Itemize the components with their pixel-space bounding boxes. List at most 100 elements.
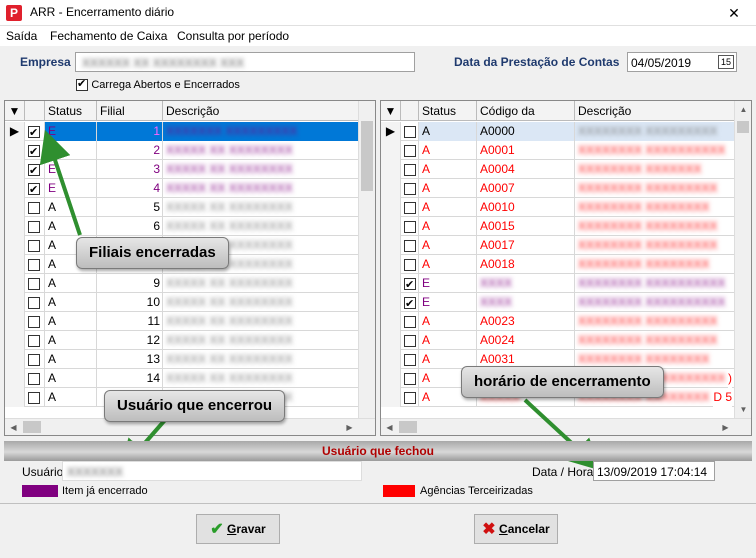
- row-check[interactable]: [401, 293, 419, 312]
- row-check[interactable]: [25, 312, 45, 331]
- table-row[interactable]: A 10 XXXXX XX XXXXXXXX: [5, 293, 375, 312]
- row-check[interactable]: [401, 388, 419, 407]
- filiais-vscroll[interactable]: [358, 101, 375, 418]
- table-row[interactable]: A 13 XXXXX XX XXXXXXXX: [5, 350, 375, 369]
- row-check[interactable]: [25, 160, 45, 179]
- calendar-icon[interactable]: 15: [718, 55, 734, 69]
- col-status[interactable]: Status: [45, 101, 97, 121]
- row-check[interactable]: [25, 255, 45, 274]
- row-check[interactable]: [401, 122, 419, 141]
- row-check[interactable]: [401, 369, 419, 388]
- table-row[interactable]: A 12 XXXXX XX XXXXXXXX: [5, 331, 375, 350]
- data-prestacao-field[interactable]: 04/05/2019 15: [627, 52, 737, 72]
- scroll-left-icon[interactable]: ◀: [5, 419, 22, 435]
- row-check[interactable]: [401, 141, 419, 160]
- row-checkbox[interactable]: [404, 220, 416, 233]
- datahora-field[interactable]: 13/09/2019 17:04:14: [593, 461, 715, 481]
- row-check[interactable]: [401, 198, 419, 217]
- agencias-vscroll-thumb[interactable]: [737, 121, 749, 133]
- agencias-hscroll[interactable]: ◀ ▶: [381, 418, 751, 435]
- col-descricao[interactable]: Descrição: [575, 101, 735, 121]
- row-check[interactable]: [401, 331, 419, 350]
- col-codigo-agencia[interactable]: Código da agência: [477, 101, 575, 138]
- table-row[interactable]: A 6 XXXXX XX XXXXXXXX: [5, 217, 375, 236]
- row-checkbox[interactable]: [404, 144, 416, 157]
- row-check[interactable]: [401, 274, 419, 293]
- row-check[interactable]: [401, 236, 419, 255]
- cancelar-button[interactable]: ✖ Cancelar: [474, 514, 558, 544]
- row-checkbox[interactable]: [404, 315, 416, 328]
- row-check[interactable]: [25, 217, 45, 236]
- row-checkbox[interactable]: [404, 125, 416, 138]
- row-checkbox[interactable]: [28, 181, 40, 198]
- menu-consulta-periodo[interactable]: Consulta por período: [177, 29, 289, 43]
- row-check[interactable]: [25, 369, 45, 388]
- row-checkbox[interactable]: [28, 315, 40, 328]
- table-row[interactable]: A 9 XXXXX XX XXXXXXXX: [5, 274, 375, 293]
- table-row[interactable]: ▶ E1XXXXXXX XXXXXXXXX: [5, 122, 375, 141]
- table-row[interactable]: A A0015 XXXXXXXX XXXXXXXXX: [381, 217, 751, 236]
- table-row[interactable]: A A0004 XXXXXXXX XXXXXXX: [381, 160, 751, 179]
- table-row[interactable]: A A0010 XXXXXXXX XXXXXXXX: [381, 198, 751, 217]
- row-checkbox[interactable]: [28, 258, 40, 271]
- row-check[interactable]: [25, 274, 45, 293]
- row-check[interactable]: [25, 122, 45, 141]
- row-check[interactable]: [25, 179, 45, 198]
- table-row[interactable]: A 5 XXXXX XX XXXXXXXX: [5, 198, 375, 217]
- row-checkbox[interactable]: [28, 201, 40, 214]
- table-row[interactable]: A A0023 XXXXXXXX XXXXXXXXX: [381, 312, 751, 331]
- row-checkbox[interactable]: [404, 391, 416, 404]
- scroll-up-icon[interactable]: ▲: [735, 101, 751, 118]
- row-checkbox[interactable]: [28, 239, 40, 252]
- table-row[interactable]: A A0001 XXXXXXXX XXXXXXXXXX: [381, 141, 751, 160]
- table-row[interactable]: E2XXXXX XX XXXXXXXX: [5, 141, 375, 160]
- table-row[interactable]: E4XXXXX XX XXXXXXXX: [5, 179, 375, 198]
- menu-fechamento-caixa[interactable]: Fechamento de Caixa: [50, 29, 167, 43]
- row-check[interactable]: [401, 160, 419, 179]
- row-checkbox[interactable]: [404, 258, 416, 271]
- row-checkbox[interactable]: [404, 201, 416, 214]
- gravar-button[interactable]: ✔ Gravar: [196, 514, 280, 544]
- agencias-hscroll-thumb[interactable]: [399, 421, 417, 433]
- row-checkbox[interactable]: [28, 391, 40, 404]
- table-row[interactable]: A 14 XXXXX XX XXXXXXXX: [5, 369, 375, 388]
- menu-saida[interactable]: Saída: [6, 29, 37, 43]
- row-check[interactable]: [25, 141, 45, 160]
- row-checkbox[interactable]: [404, 163, 416, 176]
- row-check[interactable]: [401, 255, 419, 274]
- agencias-vscroll[interactable]: ▲ ▼: [734, 101, 751, 418]
- table-row[interactable]: A A0017 XXXXXXXX XXXXXXXXX: [381, 236, 751, 255]
- empresa-field[interactable]: XXXXXX XX XXXXXXXX XXX: [75, 52, 415, 72]
- row-checkbox[interactable]: [28, 334, 40, 347]
- row-check[interactable]: [401, 350, 419, 369]
- col-descricao[interactable]: Descrição: [163, 101, 359, 121]
- table-row[interactable]: A 11 XXXXX XX XXXXXXXX: [5, 312, 375, 331]
- scroll-down-icon[interactable]: ▼: [735, 401, 751, 418]
- scroll-right-icon[interactable]: ▶: [341, 419, 358, 435]
- close-icon[interactable]: ✕: [712, 0, 756, 26]
- row-checkbox[interactable]: [28, 372, 40, 385]
- row-checkbox[interactable]: [404, 276, 416, 293]
- table-row[interactable]: A A0018 XXXXXXXX XXXXXXXX: [381, 255, 751, 274]
- row-check[interactable]: [25, 350, 45, 369]
- carrega-checkbox-row[interactable]: Carrega Abertos e Encerrados: [76, 77, 240, 91]
- row-checkbox[interactable]: [404, 372, 416, 385]
- table-row[interactable]: ▶ A A0000 XXXXXXXX XXXXXXXXX: [381, 122, 751, 141]
- row-check[interactable]: [401, 217, 419, 236]
- row-checkbox[interactable]: [28, 162, 40, 179]
- row-checkbox[interactable]: [404, 295, 416, 312]
- row-check[interactable]: [401, 179, 419, 198]
- row-check[interactable]: [401, 312, 419, 331]
- row-checkbox[interactable]: [28, 296, 40, 309]
- row-checkbox[interactable]: [404, 239, 416, 252]
- row-checkbox[interactable]: [404, 334, 416, 347]
- carrega-checkbox[interactable]: [76, 77, 88, 91]
- row-checkbox[interactable]: [28, 220, 40, 233]
- col-status[interactable]: Status: [419, 101, 477, 121]
- row-checkbox[interactable]: [28, 143, 40, 160]
- row-check[interactable]: [25, 331, 45, 350]
- row-check[interactable]: [25, 198, 45, 217]
- scroll-right-icon[interactable]: ▶: [717, 419, 734, 435]
- row-check[interactable]: [25, 388, 45, 407]
- table-row[interactable]: A A0024 XXXXXXXX XXXXXXXXX: [381, 331, 751, 350]
